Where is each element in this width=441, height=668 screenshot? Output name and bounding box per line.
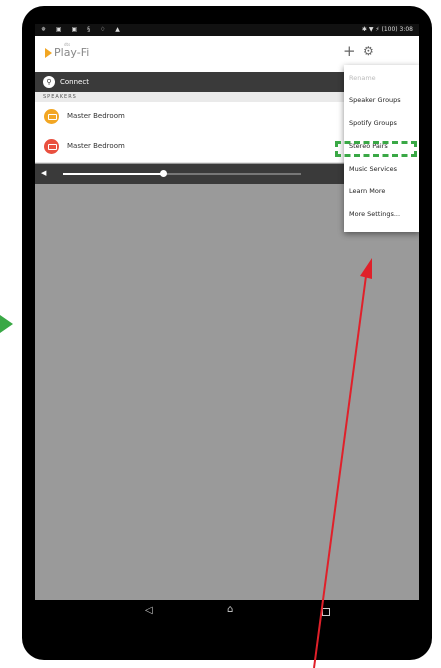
annotation-arrowhead-icon (360, 258, 372, 279)
annotation-overlay (313, 258, 372, 668)
annotation-line (313, 275, 367, 668)
